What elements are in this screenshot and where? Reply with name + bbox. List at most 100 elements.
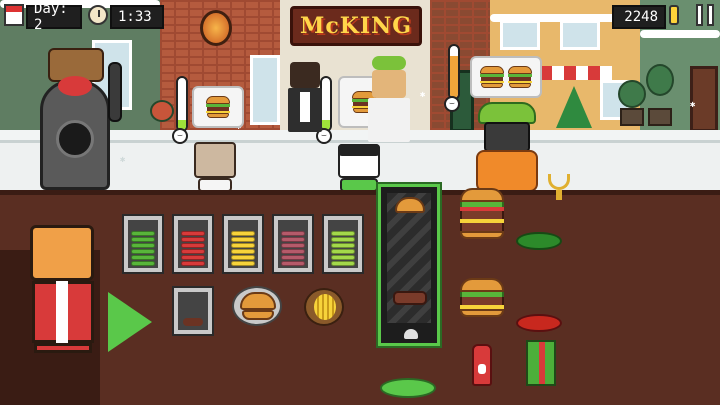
ingredient-slice <box>281 231 305 236</box>
grill-bell-icon[interactable] <box>404 329 418 339</box>
finished-burger-top[interactable] <box>460 188 504 239</box>
grill-station[interactable] <box>378 184 440 346</box>
happy-face-icon: ⌣ <box>172 128 188 144</box>
window <box>500 20 540 50</box>
burger-order-icon <box>206 96 230 118</box>
ingredient-slice <box>181 261 205 266</box>
service-bell-icon[interactable] <box>544 172 574 202</box>
coin-counter: 2248 <box>612 5 666 29</box>
window <box>560 20 600 50</box>
potted-shrub <box>646 64 674 96</box>
ingredient-slice <box>181 243 205 248</box>
happy-face-icon: ⌣ <box>444 96 460 112</box>
fries-icon <box>314 294 336 320</box>
snowflake-icon: ✱ <box>690 100 696 110</box>
ingredient-slice <box>231 237 255 242</box>
ingredient-slice <box>181 231 205 236</box>
coin-amount: 2248 <box>624 9 658 25</box>
restaurant-sign: McKING <box>290 6 422 46</box>
ingredient-slice <box>281 255 305 260</box>
door <box>690 66 718 132</box>
ingredient-slice <box>231 243 255 248</box>
ingredient-slice <box>331 249 355 254</box>
ingredient-slice <box>131 249 155 254</box>
ingredient-slice <box>131 237 155 242</box>
pause-icon <box>696 4 703 26</box>
time-label: 1:33 <box>118 9 152 25</box>
customer-waiting-tan[interactable] <box>366 56 412 146</box>
lettuce-bin[interactable] <box>122 214 164 274</box>
ingredient-slice <box>181 249 205 254</box>
ingredient-slice <box>131 261 155 266</box>
ingredient-slice <box>231 249 255 254</box>
day-label: Day: 2 <box>34 1 68 33</box>
red-plate[interactable] <box>516 314 562 332</box>
order-bubble-left <box>192 86 244 128</box>
restaurant-sign-text: McKING <box>299 13 413 39</box>
customer-frog-hat-right[interactable] <box>472 102 542 194</box>
ingredient-slice <box>231 255 255 260</box>
christmas-tree-icon <box>556 86 592 128</box>
patty-bin[interactable] <box>172 286 214 336</box>
side-dish-plate[interactable] <box>304 288 344 326</box>
ingredient-slice <box>281 243 305 248</box>
pause-button[interactable] <box>693 4 717 26</box>
bun-plate[interactable] <box>232 286 282 326</box>
ladle-tool[interactable] <box>108 62 122 122</box>
burger-order-icon <box>508 66 532 88</box>
green-plate[interactable] <box>516 232 562 250</box>
grilling-bun[interactable] <box>395 197 425 213</box>
pickle-bin[interactable] <box>322 214 364 274</box>
bun-top-icon <box>240 292 276 310</box>
ingredient-slice <box>231 231 255 236</box>
plant-pot <box>620 108 644 126</box>
order-bubble-right <box>470 56 542 98</box>
tomato-stack <box>181 230 205 266</box>
grilling-patty[interactable] <box>393 291 427 305</box>
onion-stack <box>281 230 305 266</box>
window <box>250 55 280 125</box>
customer-waiting-bear[interactable] <box>286 62 326 142</box>
pause-icon <box>707 4 714 26</box>
gift-box-icon[interactable] <box>526 340 556 386</box>
chef-head <box>30 225 94 281</box>
green-serving-plate[interactable] <box>380 378 436 398</box>
ingredient-slice <box>181 255 205 260</box>
customer-dog-center[interactable] <box>334 142 384 192</box>
serve-arrow-icon[interactable] <box>108 292 152 352</box>
red-bow-icon <box>58 76 92 96</box>
roasting-stove[interactable] <box>20 40 130 200</box>
potted-shrub <box>618 80 646 108</box>
finished-burger-bottom[interactable] <box>460 278 504 317</box>
stove-door <box>56 120 94 158</box>
tomato-bin[interactable] <box>172 214 214 274</box>
cheese-bin[interactable] <box>222 214 264 274</box>
lantern-decoration <box>200 10 232 46</box>
patience-meter-left <box>176 76 188 132</box>
day-counter: Day: 2 <box>26 1 82 33</box>
lettuce-stack <box>131 230 155 266</box>
ketchup-bottle[interactable] <box>472 344 492 386</box>
ingredient-slice <box>281 261 305 266</box>
onion-bin[interactable] <box>272 214 314 274</box>
snowflake-icon: ✱ <box>420 90 426 100</box>
ingredient-slice <box>131 231 155 236</box>
shrub <box>150 100 174 122</box>
burger-order-icon <box>480 66 504 88</box>
calendar-icon <box>4 4 24 26</box>
patience-meter-right <box>448 44 460 100</box>
ingredient-slice <box>131 255 155 260</box>
ingredient-slice <box>231 261 255 266</box>
cheese-stack <box>231 230 255 266</box>
plant-pot <box>648 108 672 126</box>
ingredient-slice <box>181 237 205 242</box>
timer: 1:33 <box>110 5 164 29</box>
ingredient-slice <box>331 243 355 248</box>
ingredient-slice <box>281 237 305 242</box>
chef-feet <box>34 343 92 353</box>
patience-fill-right <box>450 56 458 98</box>
customer-cat-left[interactable] <box>190 140 240 192</box>
ingredient-slice <box>331 261 355 266</box>
shop-awning <box>540 66 612 80</box>
ingredient-slice <box>281 249 305 254</box>
